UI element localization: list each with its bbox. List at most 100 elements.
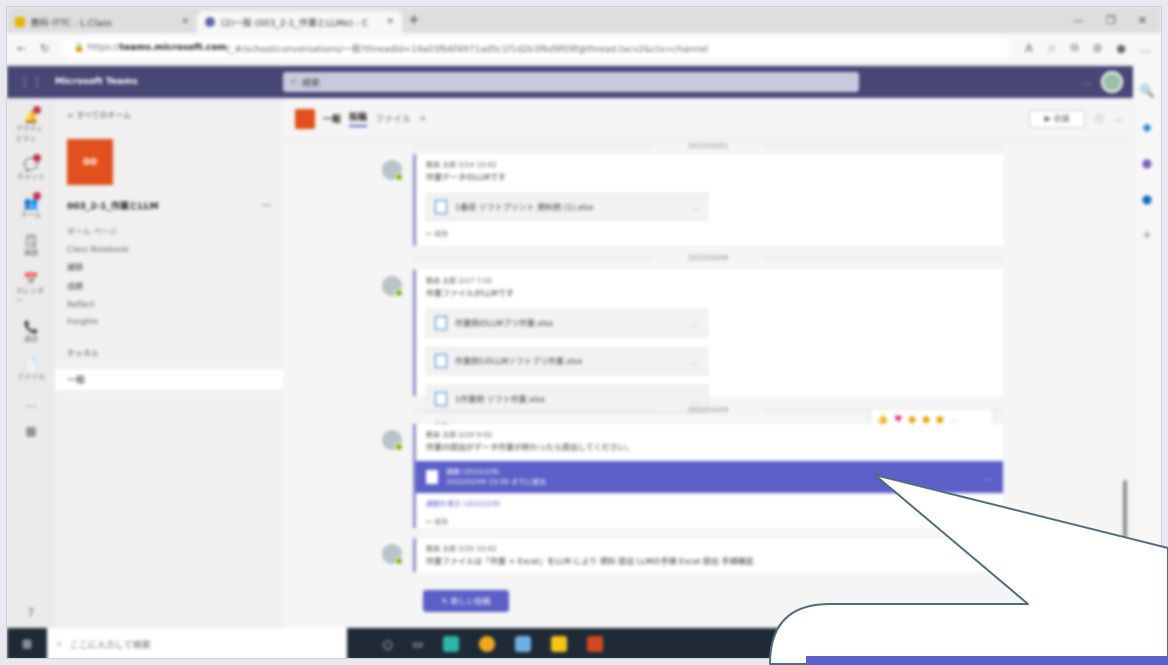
file-attachment[interactable]: 作業例1のLLMソフトプリ作業.xlsx … (426, 347, 708, 375)
file-attachment[interactable]: 作業例のLLMプリ作業.xlsx … (426, 309, 708, 337)
view-assignment-link[interactable]: 課題を表示 (2022/2/9) (426, 499, 993, 509)
more-options-icon[interactable]: … (691, 319, 699, 328)
window-controls: — ❐ ✕ (1073, 14, 1161, 27)
rail-label: 課題 (24, 249, 38, 257)
edge-icon[interactable] (443, 636, 460, 652)
refresh-icon[interactable]: ↻ (40, 42, 49, 55)
file-attachment[interactable]: 1番目 ソフトプリント 資料例 (1).xlsx … (426, 193, 708, 221)
profile-icon[interactable]: ● (1116, 42, 1126, 55)
team-panel: < すべてのチーム 00 003_2-1_作業とLLM … ホーム ページ Cl… (55, 98, 283, 628)
tab-files[interactable]: ファイル (375, 112, 411, 125)
chrome-icon[interactable] (479, 636, 496, 652)
excel-file-icon (435, 200, 447, 214)
more-options-icon[interactable]: … (691, 357, 699, 366)
excel-file-icon (435, 392, 447, 406)
message-2: 教員 太郎 2/17 7:02 作業ファイルがLLMです 作業例のLLMプリ作業… (382, 270, 1003, 430)
message-meta: 教員 太郎 2/19 9:02 (426, 431, 493, 439)
rail-item-apps[interactable]: ▦ (16, 424, 46, 438)
assignment-card[interactable]: 課題 (2022/2/9) 2022/02/09 23:59 までに提出 … (416, 461, 1003, 493)
more-options-icon[interactable]: … (691, 395, 699, 404)
meet-label: 会議 (1053, 114, 1070, 123)
app-launcher-icon[interactable]: ⋮⋮ (7, 75, 55, 89)
new-post-button[interactable]: ✎ 新しい投稿 (423, 590, 509, 612)
tab-posts[interactable]: 投稿 (349, 110, 368, 127)
teams-header: ⋮⋮ Microsoft Teams ⌕ 検索 … (7, 66, 1135, 98)
team-nav-home[interactable]: ホーム ページ (67, 226, 271, 237)
more-options-icon[interactable]: … (691, 203, 699, 212)
rail-item-more[interactable]: … (16, 396, 46, 410)
rail-item-help[interactable]: ? (16, 606, 46, 620)
close-icon[interactable]: ✕ (181, 17, 189, 27)
more-options-icon[interactable]: … (1114, 114, 1123, 124)
more-options-icon[interactable]: … (262, 199, 271, 212)
assignment-card-text: 課題 (2022/2/9) 2022/02/09 23:59 までに提出 (446, 467, 546, 487)
more-options-icon[interactable]: … (1081, 77, 1091, 88)
notification-badge (33, 106, 41, 114)
assignment-icon (426, 470, 438, 484)
favorite-icon[interactable]: ☆ (1047, 42, 1057, 55)
search-icon[interactable]: 🔍 (1140, 84, 1155, 98)
address-bar: ← ↻ 🔒 https://teams.microsoft.com/_#/sch… (7, 33, 1161, 63)
close-icon[interactable]: ✕ (386, 17, 394, 27)
cortana-icon[interactable]: ○ (383, 638, 393, 651)
scrollbar[interactable] (1123, 480, 1127, 560)
message-meta: 教員 太郎 2/20 10:02 (426, 545, 497, 553)
rail-item-activity[interactable]: 🔔 アクティビティ (16, 106, 46, 144)
restore-icon[interactable]: ❐ (1106, 14, 1116, 27)
collections-icon[interactable]: ⧉ (1071, 41, 1079, 55)
taskbar-search[interactable]: ⌕ ここに入力して検索 (47, 628, 347, 658)
more-options-icon[interactable]: … (983, 472, 993, 483)
windows-start-icon[interactable]: ⊞ (7, 637, 47, 651)
minimize-icon[interactable]: — (1073, 14, 1084, 27)
url-field[interactable]: 🔒 https://teams.microsoft.com/_#/school/… (63, 38, 1012, 58)
search-input[interactable]: ⌕ 検索 (283, 72, 859, 92)
rail-item-assignments[interactable]: 🗒 課題 (16, 234, 46, 258)
team-name-row: 003_2-1_作業とLLM … (55, 185, 283, 222)
team-nav-assignments[interactable]: 課題 (67, 262, 271, 273)
close-window-icon[interactable]: ✕ (1138, 14, 1147, 27)
new-tab-icon[interactable]: + (408, 12, 420, 28)
outlook-icon[interactable]: ● (1142, 192, 1152, 206)
back-icon[interactable]: ← (17, 42, 26, 55)
avatar[interactable] (1101, 71, 1123, 93)
taskbar-search-placeholder: ここに入力して検索 (70, 640, 151, 651)
browser-tab-1[interactable]: 教科 ITTC - L.Class ✕ (7, 11, 197, 33)
browser-tabstrip: 教科 ITTC - L.Class ✕ (2)一般 (003_2-1_作業とLL… (7, 7, 1161, 33)
discover-icon[interactable]: ◆ (1142, 120, 1151, 134)
tools-icon[interactable]: ● (1142, 156, 1152, 170)
taskbar-apps: ○ ▭ (347, 636, 604, 652)
team-name: 003_2-1_作業とLLM (67, 202, 159, 212)
team-nav-notebook[interactable]: Class Notebook (67, 245, 271, 254)
rail-label: チーム (20, 211, 42, 219)
team-nav-reflect[interactable]: Reflect (67, 300, 271, 309)
info-icon[interactable]: ⓘ (1095, 112, 1104, 125)
add-icon[interactable]: + (1142, 228, 1152, 242)
meet-button[interactable]: ▶ 会議 (1028, 109, 1085, 128)
screen: 教科 ITTC - L.Class ✕ (2)一般 (003_2-1_作業とLL… (6, 6, 1162, 659)
rail-item-calls[interactable]: 📞 通話 (16, 320, 46, 344)
search-icon: ⌕ (57, 639, 63, 649)
browser-tab-2[interactable]: (2)一般 (003_2-1_作業とLLMe) - C ✕ (197, 11, 402, 33)
rail-item-calendar[interactable]: 📅 カレンダー (16, 272, 46, 306)
extensions-icon[interactable]: ⚙ (1093, 42, 1103, 55)
rail-item-files[interactable]: 📄 ファイル (16, 358, 46, 382)
folder-icon[interactable] (551, 636, 568, 652)
file-name: 作業例1のLLMソフトプリ作業.xlsx (455, 356, 583, 366)
task-view-icon[interactable]: ▭ (413, 638, 423, 651)
reply-button[interactable]: ↩ 返信 (426, 229, 993, 239)
rail-item-chat[interactable]: 💬 チャット (16, 154, 46, 182)
help-icon: ? (27, 606, 35, 620)
team-nav-grades[interactable]: 成績 (67, 281, 271, 292)
channel-item-general[interactable]: 一般 (55, 369, 283, 390)
read-aloud-icon[interactable]: A (1025, 42, 1033, 55)
message-meta: 教員 太郎 2/14 10:02 (426, 161, 497, 169)
app-icon[interactable] (515, 636, 532, 652)
powerpoint-icon[interactable] (587, 636, 604, 652)
more-icon[interactable]: … (1140, 42, 1151, 55)
rail-item-teams[interactable]: 👥 チーム (16, 192, 46, 220)
team-nav-insights[interactable]: Insights (67, 317, 271, 326)
reply-button[interactable]: ↩ 返信 (426, 517, 993, 527)
apps-icon: ▦ (25, 424, 37, 438)
all-teams-link[interactable]: < すべてのチーム (55, 110, 283, 121)
add-tab-icon[interactable]: + (419, 114, 427, 124)
